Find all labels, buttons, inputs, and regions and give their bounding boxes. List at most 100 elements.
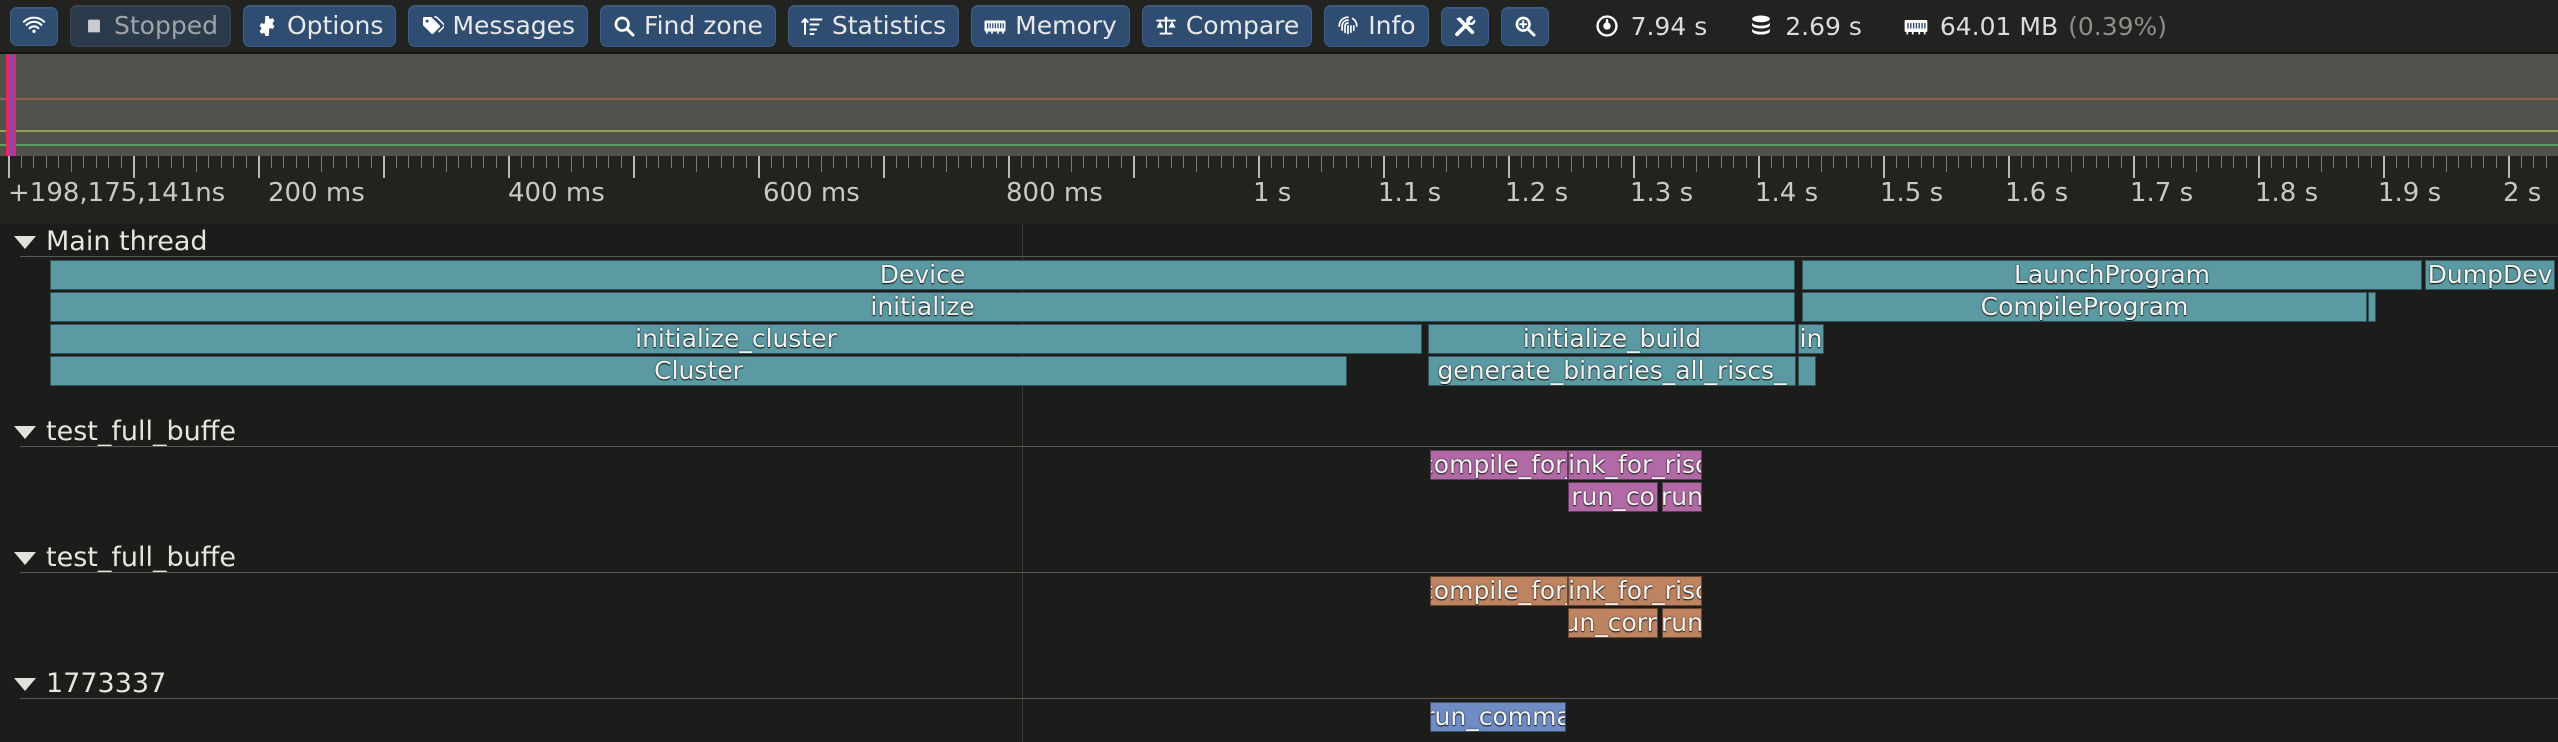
- ruler-tick-minor: [1083, 156, 1084, 168]
- compare-button[interactable]: Compare: [1141, 5, 1313, 47]
- tracy-profiler-window: Stopped Options Messages Find zone Statistic…: [0, 0, 2558, 742]
- ruler-tick-minor: [721, 156, 722, 168]
- zone-bar[interactable]: DumpDev: [2425, 260, 2555, 290]
- tools-button[interactable]: [1440, 6, 1489, 46]
- ruler-tick-minor: [1146, 156, 1147, 168]
- zoom-button[interactable]: [1500, 6, 1549, 46]
- zone-bar[interactable]: compile_for_: [1430, 450, 1568, 480]
- ruler-tick-minor: [2121, 156, 2122, 168]
- ruler-tick-minor: [1221, 156, 1222, 168]
- ruler-tick-minor: [1858, 156, 1859, 168]
- ruler-tick-minor: [296, 156, 297, 168]
- ruler-tick-minor: [1296, 156, 1297, 168]
- minimap-cursor-inner: [10, 54, 13, 156]
- gear-icon: [254, 13, 280, 39]
- ruler-tick-minor: [1421, 156, 1422, 168]
- ruler-tick-major: [2258, 156, 2260, 178]
- zone-line-red: [0, 97, 2558, 100]
- connection-button[interactable]: [10, 6, 58, 46]
- ruler-tick-minor: [371, 156, 372, 168]
- zone-bar[interactable]: Cluster: [50, 356, 1347, 386]
- zone-label: link_for_risc: [1568, 450, 1702, 479]
- ruler-tick-minor: [2333, 156, 2334, 168]
- timeline-overview-minimap[interactable]: [0, 52, 2558, 156]
- zone-bar[interactable]: initialize_build: [1428, 324, 1796, 354]
- ruler-tick-minor: [108, 156, 109, 168]
- memory-button[interactable]: Memory: [971, 5, 1130, 47]
- ruler-tick-minor: [1483, 156, 1484, 168]
- ruler-tick-major: [133, 156, 135, 178]
- ruler-tick-minor: [271, 156, 272, 168]
- ruler-tick-minor: [2446, 156, 2447, 172]
- ruler-tick-minor: [1346, 156, 1347, 168]
- info-button[interactable]: Info: [1324, 5, 1429, 47]
- options-button[interactable]: Options: [242, 5, 397, 47]
- chevron-down-icon[interactable]: [14, 677, 36, 691]
- cpu-time-stat: 2.69 s: [1747, 12, 1862, 41]
- ruler-tick-minor: [1171, 156, 1172, 168]
- compare-label: Compare: [1185, 11, 1300, 40]
- statistics-button[interactable]: Statistics: [787, 5, 960, 47]
- zone-label: initialize_cluster: [635, 324, 837, 353]
- memory-icon: [1902, 13, 1930, 39]
- zone-line-green: [0, 144, 2558, 147]
- ruler-tick-minor: [2396, 156, 2397, 168]
- zone-bar[interactable]: run: [1662, 608, 1702, 638]
- track-label: 1773337: [46, 667, 167, 699]
- chevron-down-icon[interactable]: [14, 425, 36, 439]
- time-ruler[interactable]: +198,175,141ns 200 ms 400 ms 600 ms 800 ms 1 …: [0, 156, 2558, 224]
- ruler-label: 1.5 s: [1880, 178, 1944, 208]
- timeline-tracks[interactable]: Main thread Device LaunchProgram DumpDev ini…: [0, 224, 2558, 742]
- ruler-tick-minor: [908, 156, 909, 168]
- zone-bar[interactable]: [1798, 356, 1816, 386]
- track-header-test-full-buffer-1[interactable]: test_full_buffe: [0, 414, 236, 448]
- zone-bar[interactable]: LaunchProgram: [1802, 260, 2422, 290]
- ruler-tick-minor: [1496, 156, 1497, 168]
- ruler-tick-minor: [496, 156, 497, 168]
- zone-bar[interactable]: CompileProgram: [1802, 292, 2367, 322]
- ruler-tick-minor: [283, 156, 284, 168]
- zone-bar[interactable]: compile_for_: [1430, 576, 1568, 606]
- zone-bar[interactable]: run_comma: [1430, 702, 1566, 732]
- ruler-tick-major: [383, 156, 385, 178]
- ruler-tick-minor: [683, 156, 684, 168]
- chevron-down-icon[interactable]: [14, 235, 36, 249]
- stopped-button[interactable]: Stopped: [70, 5, 231, 47]
- track-divider: [20, 446, 2558, 447]
- zone-bar[interactable]: in: [1798, 324, 1824, 354]
- track-header-main-thread[interactable]: Main thread: [0, 224, 208, 258]
- ruler-tick-major: [758, 156, 760, 178]
- zone-bar[interactable]: generate_binaries_all_riscs_: [1428, 356, 1796, 386]
- track-header-test-full-buffer-2[interactable]: test_full_buffe: [0, 540, 236, 574]
- fingerprint-icon: [1335, 13, 1361, 39]
- zone-bar[interactable]: [2368, 292, 2376, 322]
- stop-icon: [81, 13, 107, 39]
- ruler-tick-minor: [1871, 156, 1872, 168]
- track-header-thread-1773337[interactable]: 1773337: [0, 666, 166, 700]
- chevron-down-icon[interactable]: [14, 551, 36, 565]
- zone-label: CompileProgram: [1980, 292, 2189, 321]
- zone-bar[interactable]: link_for_risc: [1568, 450, 1702, 480]
- zone-bar[interactable]: run_corru: [1568, 608, 1658, 638]
- toolbar: Stopped Options Messages Find zone Statistic…: [0, 0, 2558, 52]
- zone-bar[interactable]: run: [1662, 482, 1702, 512]
- zone-label: initialize: [870, 292, 975, 321]
- zone-bar[interactable]: run_co: [1568, 482, 1658, 512]
- ruler-tick-minor: [2221, 156, 2222, 168]
- messages-label: Messages: [452, 11, 576, 40]
- zone-bar[interactable]: initialize: [50, 292, 1795, 322]
- messages-button[interactable]: Messages: [408, 5, 589, 47]
- ruler-tick-minor: [2521, 156, 2522, 168]
- ruler-tick-minor: [1971, 156, 1972, 168]
- zone-label: initialize_build: [1522, 324, 1702, 353]
- ruler-tick-minor: [946, 156, 947, 172]
- ruler-label: 200 ms: [268, 178, 365, 208]
- zone-bar[interactable]: initialize_cluster: [50, 324, 1422, 354]
- ruler-tick-minor: [1958, 156, 1959, 168]
- track-divider: [20, 698, 2558, 699]
- find-zone-button[interactable]: Find zone: [600, 5, 776, 47]
- zone-bar[interactable]: link_for_risc: [1568, 576, 1702, 606]
- ruler-tick-minor: [546, 156, 547, 168]
- zone-bar[interactable]: Device: [50, 260, 1795, 290]
- ruler-tick-minor: [808, 156, 809, 168]
